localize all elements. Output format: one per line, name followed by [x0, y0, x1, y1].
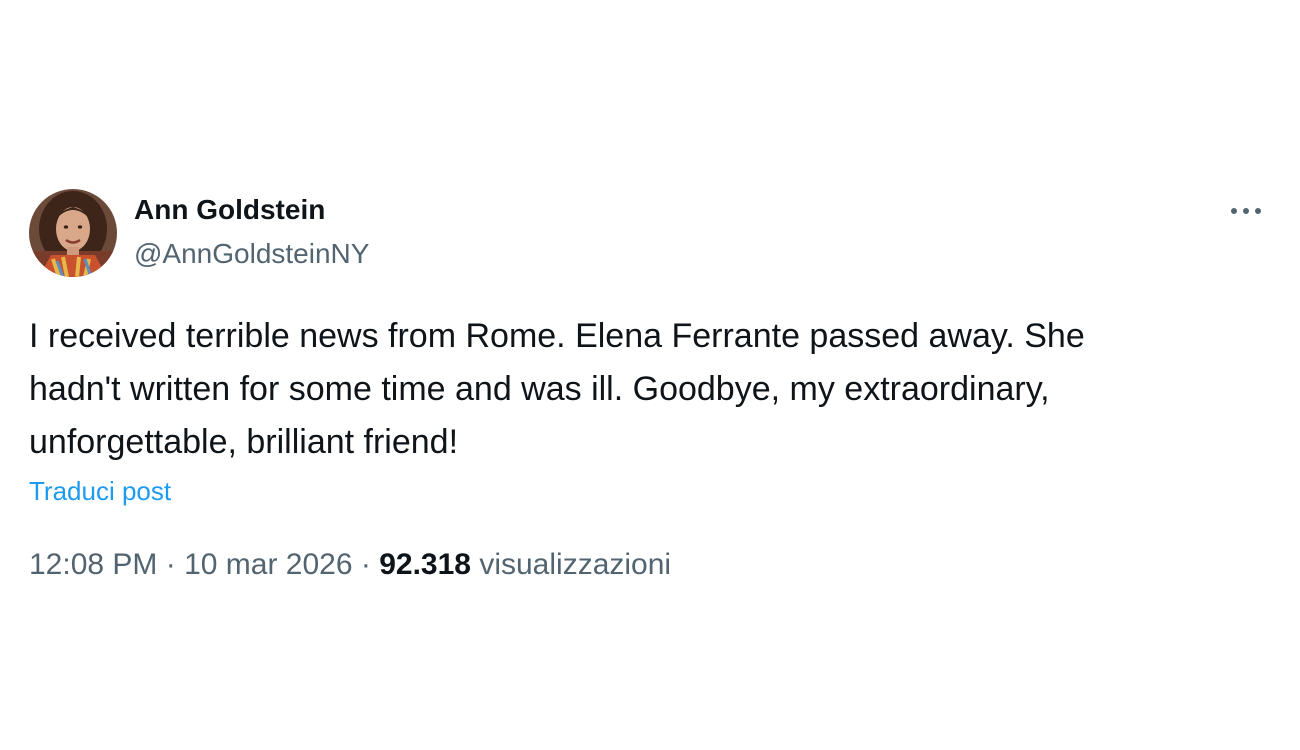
- views-count: 92.318: [379, 548, 471, 581]
- more-horizontal-icon: [1231, 208, 1261, 214]
- post-text: I received terrible news from Rome. Elen…: [29, 310, 1249, 469]
- tweet-card: Ann Goldstein @AnnGoldsteinNY I received…: [0, 0, 1300, 750]
- post-date[interactable]: 10 mar 2026: [184, 548, 352, 581]
- post-metadata: 12:08 PM · 10 mar 2026 · 92.318 visualiz…: [29, 545, 671, 585]
- post-text-line: unforgettable, brilliant friend!: [29, 423, 459, 461]
- translate-post-link[interactable]: Traduci post: [29, 474, 171, 508]
- post-time[interactable]: 12:08 PM: [29, 548, 157, 581]
- avatar[interactable]: [29, 189, 117, 277]
- views-label: visualizzazioni: [479, 548, 672, 581]
- person-portrait-icon: [29, 189, 117, 277]
- author-display-name[interactable]: Ann Goldstein: [134, 193, 325, 227]
- post-text-line: hadn't written for some time and was ill…: [29, 370, 1050, 408]
- post-text-line: I received terrible news from Rome. Elen…: [29, 317, 1085, 355]
- more-options-button[interactable]: [1222, 196, 1270, 226]
- meta-separator: ·: [360, 548, 380, 581]
- author-handle[interactable]: @AnnGoldsteinNY: [134, 237, 369, 271]
- meta-separator: ·: [165, 548, 185, 581]
